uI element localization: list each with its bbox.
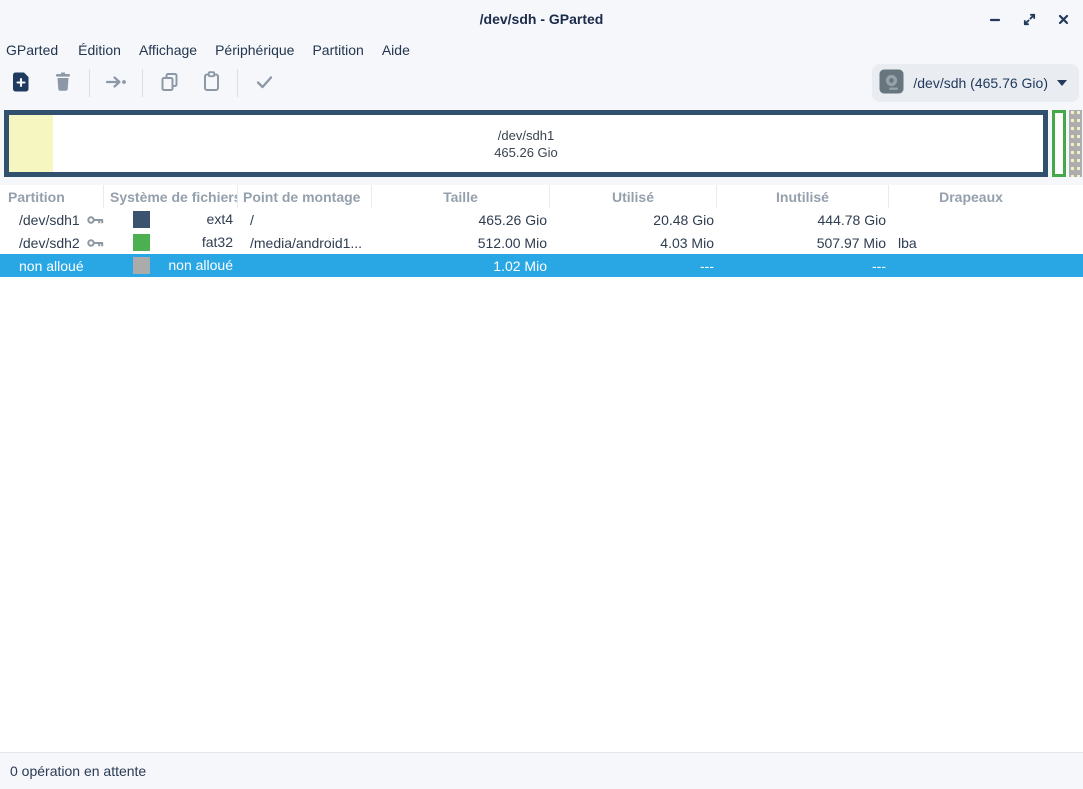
- menu-partition[interactable]: Partition: [303, 40, 372, 60]
- toolbar: /dev/sdh (465.76 Gio): [0, 62, 1083, 104]
- toolbar-separator: [237, 69, 238, 97]
- size-value: 512.00 Mio: [372, 235, 550, 251]
- titlebar: /dev/sdh - GParted: [0, 0, 1083, 38]
- column-header-filesystem[interactable]: Système de fichiers: [104, 185, 238, 208]
- paste-icon: [202, 71, 221, 95]
- menu-aide[interactable]: Aide: [373, 40, 419, 60]
- menu-affichage[interactable]: Affichage: [130, 40, 206, 60]
- disk-visual: /dev/sdh1 465.26 Gio: [0, 104, 1083, 185]
- toolbar-separator: [142, 69, 143, 97]
- disk-used-space: [9, 115, 53, 172]
- delete-partition-button[interactable]: [42, 66, 84, 100]
- filesystem-name: ext4: [207, 211, 233, 227]
- minimize-icon: [988, 12, 1002, 26]
- column-header-size[interactable]: Taille: [372, 185, 550, 208]
- unused-value: 444.78 Gio: [717, 212, 889, 228]
- new-partition-icon: [11, 71, 32, 96]
- partition-table: Partition Système de fichiers Point de m…: [0, 185, 1083, 752]
- menu-edition[interactable]: Édition: [69, 40, 130, 60]
- close-button[interactable]: [1051, 7, 1075, 31]
- table-row-sdh2[interactable]: /dev/sdh2 fat32 /media/android1... 512.0…: [0, 231, 1083, 254]
- mount-point: /: [238, 212, 372, 228]
- disk-segment-unallocated[interactable]: [1069, 110, 1082, 177]
- menu-gparted[interactable]: GParted: [6, 40, 67, 60]
- size-value: 1.02 Mio: [372, 258, 550, 274]
- key-icon: [87, 215, 104, 225]
- column-header-unused[interactable]: Inutilisé: [717, 185, 889, 208]
- table-row-unallocated[interactable]: non alloué non alloué 1.02 Mio --- ---: [0, 254, 1083, 277]
- close-icon: [1057, 13, 1070, 26]
- column-header-mountpoint[interactable]: Point de montage: [238, 185, 372, 208]
- used-value: ---: [550, 258, 717, 274]
- partition-name: /dev/sdh2: [19, 235, 80, 251]
- partition-name: /dev/sdh1: [19, 212, 80, 228]
- apply-button[interactable]: [243, 66, 285, 100]
- copy-icon: [160, 72, 179, 95]
- column-header-partition[interactable]: Partition: [0, 185, 104, 208]
- filesystem-color-swatch: [133, 257, 150, 274]
- used-value: 20.48 Gio: [550, 212, 717, 228]
- flags-value: lba: [889, 235, 1083, 251]
- column-header-flags[interactable]: Drapeaux: [889, 185, 1083, 208]
- chevron-down-icon: [1057, 80, 1067, 86]
- unused-value: ---: [717, 258, 889, 274]
- hard-drive-icon: [879, 69, 904, 97]
- menu-peripherique[interactable]: Périphérique: [206, 40, 303, 60]
- device-selector[interactable]: /dev/sdh (465.76 Gio): [872, 64, 1079, 102]
- unused-value: 507.97 Mio: [717, 235, 889, 251]
- filesystem-color-swatch: [133, 234, 150, 251]
- device-selector-label: /dev/sdh (465.76 Gio): [913, 75, 1048, 91]
- copy-button[interactable]: [148, 66, 190, 100]
- disk-segment-sdh2[interactable]: [1052, 110, 1066, 177]
- new-partition-button[interactable]: [0, 66, 42, 100]
- disk-segment-label: /dev/sdh1: [494, 127, 558, 144]
- minimize-button[interactable]: [983, 7, 1007, 31]
- filesystem-name: non alloué: [168, 257, 233, 273]
- maximize-button[interactable]: [1017, 7, 1041, 31]
- pending-operations-text: 0 opération en attente: [10, 763, 146, 779]
- window-controls: [983, 7, 1083, 31]
- window-title: /dev/sdh - GParted: [0, 11, 1083, 27]
- table-row-sdh1[interactable]: /dev/sdh1 ext4 / 465.26 Gio 20.48 Gio 44…: [0, 208, 1083, 231]
- statusbar: 0 opération en attente: [0, 752, 1083, 789]
- table-header: Partition Système de fichiers Point de m…: [0, 185, 1083, 208]
- paste-button[interactable]: [190, 66, 232, 100]
- column-header-used[interactable]: Utilisé: [550, 185, 717, 208]
- toolbar-separator: [89, 69, 90, 97]
- size-value: 465.26 Gio: [372, 212, 550, 228]
- filesystem-name: fat32: [202, 234, 233, 250]
- maximize-icon: [1022, 12, 1037, 27]
- key-icon: [87, 238, 104, 248]
- trash-icon: [53, 71, 73, 95]
- used-value: 4.03 Mio: [550, 235, 717, 251]
- resize-move-button[interactable]: [95, 66, 137, 100]
- disk-segment-size: 465.26 Gio: [494, 144, 558, 161]
- resize-move-icon: [105, 74, 127, 93]
- partition-name: non alloué: [19, 258, 84, 274]
- disk-segment-sdh1[interactable]: /dev/sdh1 465.26 Gio: [4, 110, 1048, 177]
- mount-point: /media/android1...: [238, 235, 372, 251]
- menubar: GParted Édition Affichage Périphérique P…: [0, 38, 1083, 62]
- filesystem-color-swatch: [133, 211, 150, 228]
- check-icon: [255, 74, 274, 93]
